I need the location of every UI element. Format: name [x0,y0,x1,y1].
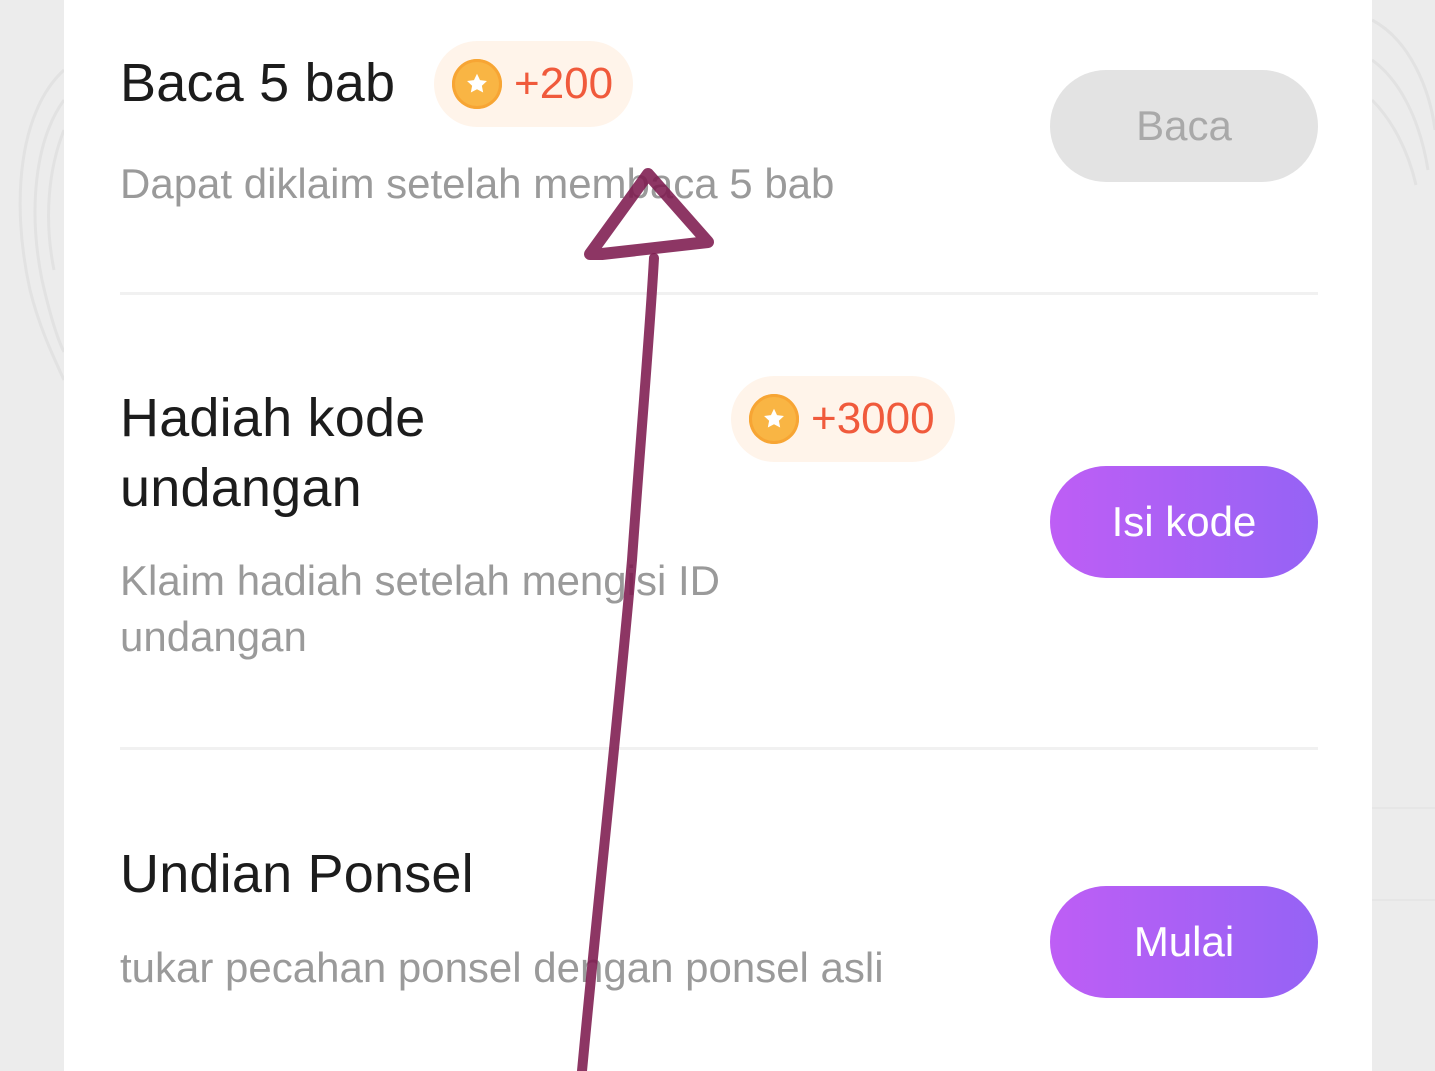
star-coin-icon [749,394,799,444]
reward-badge: +3000 [731,376,955,462]
task-description: Dapat diklaim setelah membaca 5 bab [120,160,835,207]
reward-value: +3000 [811,394,935,443]
task-list-card: Baca 5 bab +200 Dapat diklaim setelah me… [64,0,1372,1071]
task-item-phone-lottery: Undian Ponsel tukar pecahan ponsel denga… [120,750,1318,1071]
start-button[interactable]: Mulai [1050,886,1318,998]
task-description: Klaim hadiah setelah mengisi ID undangan [120,557,720,660]
star-coin-icon [452,59,502,109]
task-item-invite-code: Hadiah kode undangan +3000 Klaim hadiah … [120,295,1318,750]
task-title: Hadiah kode undangan [120,388,426,518]
task-title: Undian Ponsel [120,844,474,904]
task-description: tukar pecahan ponsel dengan ponsel asli [120,944,884,991]
task-title: Baca 5 bab [120,53,396,113]
enter-code-button[interactable]: Isi kode [1050,466,1318,578]
reward-badge: +200 [434,41,634,127]
reward-value: +200 [514,59,614,108]
task-item-read-chapters: Baca 5 bab +200 Dapat diklaim setelah me… [120,0,1318,295]
read-button[interactable]: Baca [1050,70,1318,182]
